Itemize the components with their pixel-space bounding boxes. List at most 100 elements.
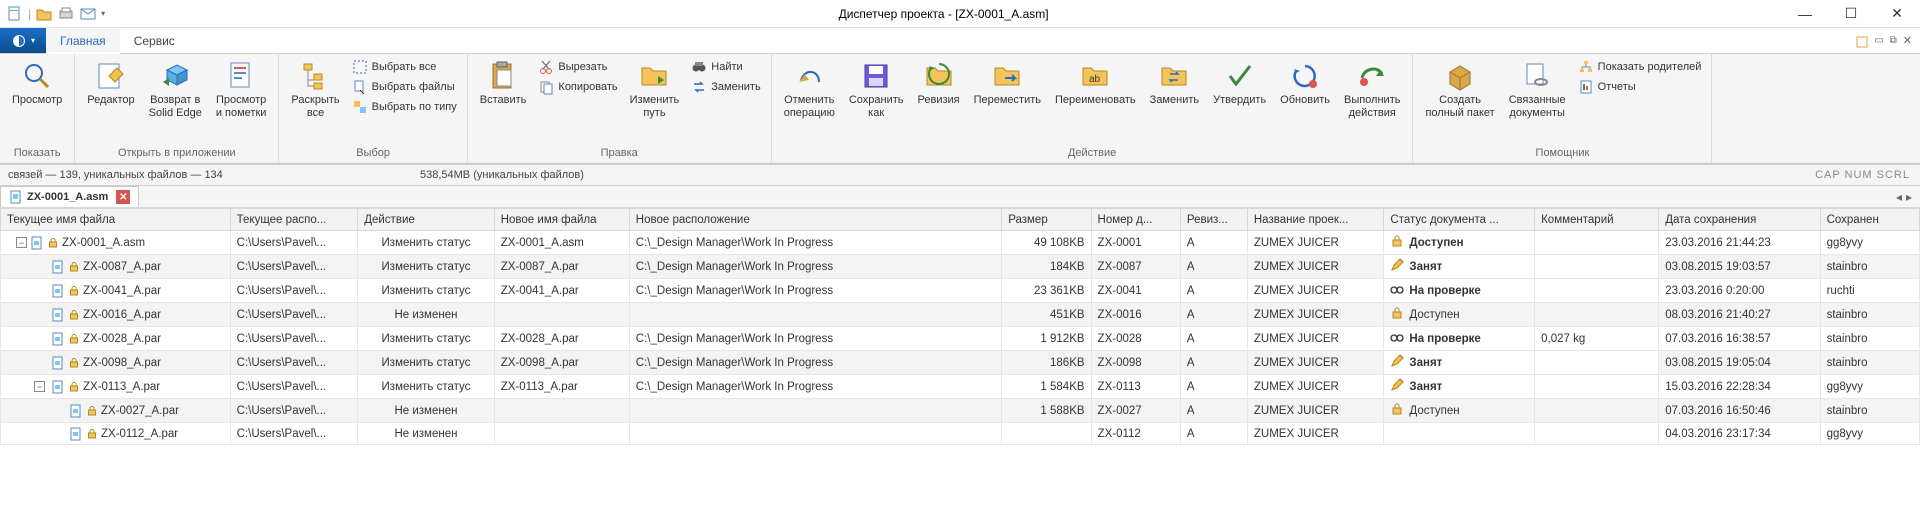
file-icon xyxy=(51,332,65,346)
new-icon[interactable] xyxy=(6,5,24,23)
document-tab-label: ZX-0001_A.asm xyxy=(27,191,108,203)
column-header[interactable]: Текущее распо... xyxy=(230,209,358,231)
title-bar: | ▾ Диспетчер проекта - [ZX-0001_A.asm] … xyxy=(0,0,1920,28)
copy-button[interactable]: Копировать xyxy=(534,78,621,96)
table-row[interactable]: ZX-0016_A.parC:\Users\Pavel\...Не измене… xyxy=(1,303,1920,327)
undo-button[interactable]: Отменить операцию xyxy=(778,56,841,124)
column-header[interactable]: Текущее имя файла xyxy=(1,209,231,231)
cut-button[interactable]: Вырезать xyxy=(534,58,621,76)
refresh-button[interactable]: Обновить xyxy=(1274,56,1336,111)
table-row[interactable]: −ZX-0001_A.asmC:\Users\Pavel\...Изменить… xyxy=(1,231,1920,255)
show-parents-button[interactable]: Показать родителей xyxy=(1574,58,1706,76)
table-row[interactable]: ZX-0112_A.parC:\Users\Pavel\...Не измене… xyxy=(1,423,1920,445)
revision-button[interactable]: Ревизия xyxy=(912,56,966,111)
file-name: ZX-0041_A.par xyxy=(83,285,161,297)
tab-service[interactable]: Сервис xyxy=(120,28,189,53)
close-button[interactable]: ✕ xyxy=(1874,0,1920,28)
tab-prev-icon[interactable]: ◂ xyxy=(1896,190,1902,204)
replace-action-button[interactable]: Заменить xyxy=(1144,56,1205,111)
column-header[interactable]: Статус документа ... xyxy=(1384,209,1535,231)
help-restore-icon[interactable]: ⧉ xyxy=(1890,35,1897,46)
help-close-icon[interactable]: ✕ xyxy=(1903,34,1912,47)
select-by-type-button[interactable]: Выбрать по типу xyxy=(348,98,461,116)
select-type-icon xyxy=(352,99,368,115)
email-icon[interactable] xyxy=(79,5,97,23)
document-tab[interactable]: ZX-0001_A.asm ✕ xyxy=(0,186,139,207)
tab-main[interactable]: Главная xyxy=(46,29,120,54)
column-header[interactable]: Новое имя файла xyxy=(494,209,629,231)
save-as-button[interactable]: Сохранить как xyxy=(843,56,910,124)
status-text: Доступен xyxy=(1409,405,1459,417)
asm-file-icon xyxy=(9,190,23,204)
refresh-icon xyxy=(1289,60,1321,92)
app-menu-button[interactable]: ▾ xyxy=(0,28,46,53)
brush-undo-icon xyxy=(793,60,825,92)
minimize-button[interactable]: — xyxy=(1782,0,1828,28)
column-header[interactable]: Новое расположение xyxy=(629,209,1001,231)
tab-next-icon[interactable]: ▸ xyxy=(1906,190,1912,204)
folder-path-icon xyxy=(638,60,670,92)
column-header[interactable]: Название проек... xyxy=(1247,209,1384,231)
execute-button[interactable]: Выполнить действия xyxy=(1338,56,1406,124)
status-icon xyxy=(1390,282,1404,299)
column-header[interactable]: Комментарий xyxy=(1535,209,1659,231)
table-row[interactable]: ZX-0041_A.parC:\Users\Pavel\...Изменить … xyxy=(1,279,1920,303)
linked-docs-button[interactable]: Связанные документы xyxy=(1503,56,1572,124)
tab-close-button[interactable]: ✕ xyxy=(116,190,130,204)
rename-button[interactable]: ab Переименовать xyxy=(1049,56,1142,111)
column-header[interactable]: Размер xyxy=(1002,209,1091,231)
grid[interactable]: Текущее имя файлаТекущее распо...Действи… xyxy=(0,208,1920,445)
preview-marks-button[interactable]: Просмотр и пометки xyxy=(210,56,273,124)
open-icon[interactable] xyxy=(35,5,53,23)
replace-button[interactable]: Заменить xyxy=(687,78,764,96)
preview-button[interactable]: Просмотр xyxy=(6,56,68,111)
tree-toggle[interactable]: − xyxy=(34,381,45,392)
file-name: ZX-0098_A.par xyxy=(83,357,161,369)
help-minimize-icon[interactable]: ▭ xyxy=(1874,35,1883,46)
column-header[interactable]: Дата сохранения xyxy=(1659,209,1820,231)
revision-icon xyxy=(923,60,955,92)
rename-icon: ab xyxy=(1079,60,1111,92)
se-icon[interactable] xyxy=(1854,34,1868,48)
status-text: Занят xyxy=(1409,357,1442,369)
group-select-label: Выбор xyxy=(356,147,390,161)
column-header[interactable]: Действие xyxy=(358,209,495,231)
approve-button[interactable]: Утвердить xyxy=(1207,56,1272,111)
print-icon[interactable] xyxy=(57,5,75,23)
file-icon xyxy=(69,427,83,441)
return-se-button[interactable]: Возврат в Solid Edge xyxy=(143,56,208,124)
column-header[interactable]: Ревиз... xyxy=(1180,209,1247,231)
column-header[interactable]: Сохранен xyxy=(1820,209,1919,231)
execute-icon xyxy=(1356,60,1388,92)
select-files-button[interactable]: Выбрать файлы xyxy=(348,78,461,96)
table-row[interactable]: − ZX-0113_A.parC:\Users\Pavel\...Изменит… xyxy=(1,375,1920,399)
status-keylocks: CAP NUM SCRL xyxy=(1815,169,1920,181)
editor-icon xyxy=(95,60,127,92)
change-path-button[interactable]: Изменить путь xyxy=(624,56,686,124)
table-row[interactable]: ZX-0027_A.parC:\Users\Pavel\...Не измене… xyxy=(1,399,1920,423)
move-button[interactable]: Переместить xyxy=(968,56,1047,111)
editor-button[interactable]: Редактор xyxy=(81,56,140,111)
create-pack-button[interactable]: Создать полный пакет xyxy=(1419,56,1500,124)
expand-all-button[interactable]: Раскрыть все xyxy=(285,56,345,124)
table-row[interactable]: ZX-0028_A.parC:\Users\Pavel\...Изменить … xyxy=(1,327,1920,351)
status-icon xyxy=(1390,306,1404,323)
window-title: Диспетчер проекта - [ZX-0001_A.asm] xyxy=(105,7,1782,21)
status-text: Доступен xyxy=(1409,237,1463,249)
tree-toggle[interactable]: − xyxy=(16,237,27,248)
lock-mini-icon xyxy=(68,333,80,345)
paste-button[interactable]: Вставить xyxy=(474,56,533,111)
find-button[interactable]: Найти xyxy=(687,58,764,76)
table-row[interactable]: ZX-0098_A.parC:\Users\Pavel\...Изменить … xyxy=(1,351,1920,375)
table-row[interactable]: ZX-0087_A.parC:\Users\Pavel\...Изменить … xyxy=(1,255,1920,279)
column-header[interactable]: Номер д... xyxy=(1091,209,1180,231)
status-text: Занят xyxy=(1409,261,1442,273)
status-icon xyxy=(1390,258,1404,275)
maximize-button[interactable]: ☐ xyxy=(1828,0,1874,28)
lock-mini-icon xyxy=(86,428,98,440)
lock-mini-icon xyxy=(68,261,80,273)
status-icon xyxy=(1390,330,1404,347)
folder-move-icon xyxy=(991,60,1023,92)
reports-button[interactable]: Отчеты xyxy=(1574,78,1706,96)
select-all-button[interactable]: Выбрать все xyxy=(348,58,461,76)
